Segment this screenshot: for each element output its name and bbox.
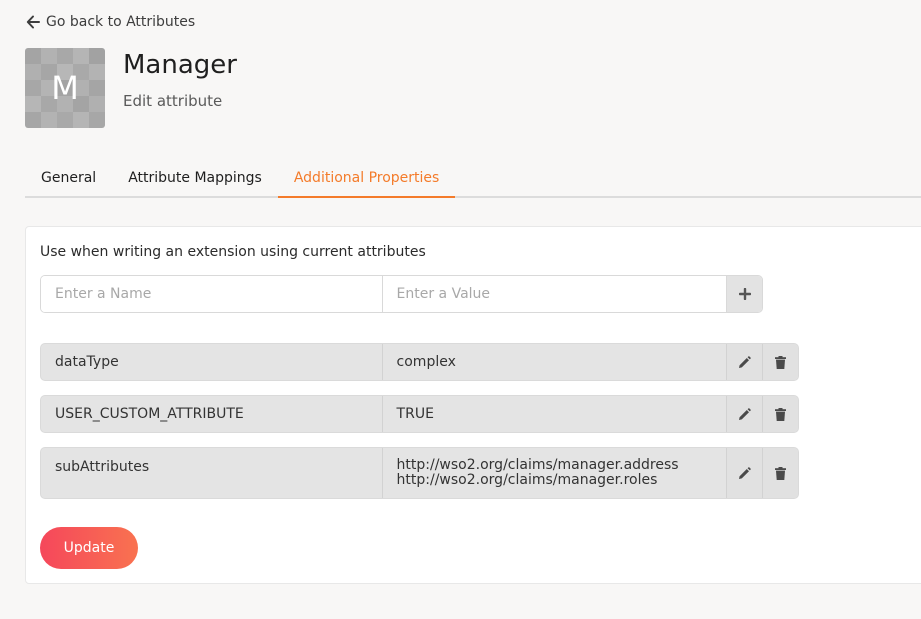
- delete-property-button[interactable]: [762, 344, 798, 380]
- pencil-icon: [739, 466, 751, 479]
- property-name: USER_CUSTOM_ATTRIBUTE: [41, 396, 383, 432]
- add-property-button[interactable]: [726, 276, 762, 312]
- property-value-line: complex: [396, 354, 456, 370]
- pencil-icon: [739, 407, 751, 420]
- property-row: subAttributes http://wso2.org/claims/man…: [40, 447, 799, 499]
- trash-icon: [775, 466, 787, 480]
- page-title: Manager: [123, 50, 237, 80]
- property-row: USER_CUSTOM_ATTRIBUTE TRUE: [40, 395, 799, 433]
- property-row: dataType complex: [40, 343, 799, 381]
- arrow-left-icon: [26, 15, 40, 29]
- pencil-icon: [739, 355, 751, 368]
- update-button[interactable]: Update: [40, 527, 138, 569]
- trash-icon: [775, 355, 787, 369]
- page-subtitle: Edit attribute: [123, 92, 223, 110]
- tab-bar: General Attribute Mappings Additional Pr…: [25, 160, 921, 198]
- delete-property-button[interactable]: [762, 396, 798, 432]
- property-value: complex: [383, 344, 727, 380]
- tab-attribute-mappings[interactable]: Attribute Mappings: [112, 160, 278, 198]
- property-name: subAttributes: [41, 448, 383, 498]
- back-link[interactable]: Go back to Attributes: [26, 14, 195, 30]
- property-value: TRUE: [383, 396, 727, 432]
- new-property-row: [40, 275, 763, 313]
- avatar: M: [25, 48, 105, 128]
- back-link-label: Go back to Attributes: [46, 14, 196, 30]
- panel-description: Use when writing an extension using curr…: [40, 244, 426, 260]
- property-value-input[interactable]: [382, 276, 727, 312]
- tab-additional-properties[interactable]: Additional Properties: [277, 160, 456, 198]
- property-value-line: http://wso2.org/claims/manager.roles: [396, 472, 658, 488]
- plus-icon: [738, 288, 751, 300]
- edit-property-button[interactable]: [726, 344, 763, 380]
- trash-icon: [775, 407, 787, 421]
- property-name-input[interactable]: [41, 276, 383, 312]
- property-value-line: http://wso2.org/claims/manager.address: [396, 457, 679, 473]
- property-value-line: TRUE: [396, 406, 434, 422]
- tab-general[interactable]: General: [25, 160, 112, 198]
- property-name: dataType: [41, 344, 383, 380]
- property-value: http://wso2.org/claims/manager.address h…: [383, 448, 727, 498]
- avatar-letter: M: [51, 69, 79, 107]
- delete-property-button[interactable]: [762, 448, 798, 498]
- edit-property-button[interactable]: [726, 448, 763, 498]
- edit-property-button[interactable]: [726, 396, 763, 432]
- additional-properties-panel: Use when writing an extension using curr…: [25, 226, 921, 584]
